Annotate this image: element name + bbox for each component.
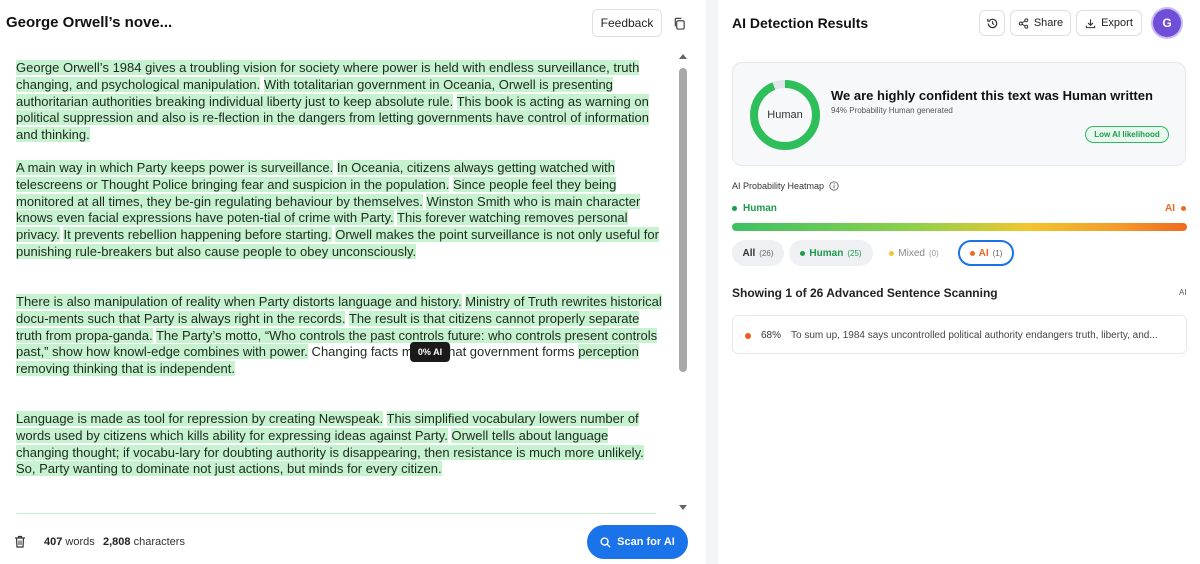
human-dot-icon <box>732 206 737 211</box>
results-panel: AI Detection Results Share Export G Huma… <box>718 0 1200 564</box>
chip-all-label: All <box>742 247 756 259</box>
scan-for-ai-button[interactable]: Scan for AI <box>587 525 688 559</box>
highlighted-sentence[interactable]: So, Party wanting to dominate not just a… <box>16 461 442 477</box>
chip-mixed-label: Mixed <box>898 247 925 259</box>
document-title[interactable]: George Orwell’s nove... <box>6 14 172 31</box>
likelihood-badge: Low AI likelihood <box>1085 126 1169 143</box>
human-dot-icon <box>800 250 806 256</box>
ai-dot-icon <box>969 250 975 256</box>
sentence-result-row[interactable]: 68% To sum up, 1984 says uncontrolled po… <box>732 315 1187 354</box>
highlighted-sentence[interactable]: There is also manipulation of reality wh… <box>16 294 462 309</box>
chip-ai-count: (1) <box>992 248 1003 258</box>
word-count-label: words <box>65 536 95 548</box>
chip-human-count: (25) <box>847 248 862 258</box>
scroll-up-arrow-icon[interactable] <box>678 52 688 62</box>
sentence-ai-tooltip: 0% AI <box>410 342 450 362</box>
probability-heatmap-bar <box>732 223 1187 231</box>
copy-button[interactable] <box>664 9 694 37</box>
info-icon[interactable] <box>829 181 839 191</box>
paragraph-1: George Orwell’s 1984 gives a troubling v… <box>16 60 662 144</box>
highlighted-sentence[interactable]: A main way in which Party keeps power is… <box>16 160 334 175</box>
export-button[interactable]: Export <box>1076 10 1142 36</box>
share-icon <box>1018 17 1029 29</box>
highlighted-sentence[interactable]: It prevents rebellion happening before s… <box>63 227 332 243</box>
paragraph-4: Language is made as tool for repression … <box>16 411 662 478</box>
export-label: Export <box>1101 17 1133 29</box>
chip-all-count: (26) <box>759 248 774 258</box>
chip-mixed-count: (0) <box>928 248 939 258</box>
mixed-dot-icon <box>889 250 895 256</box>
trash-icon[interactable] <box>14 535 26 548</box>
ai-column-tag: AI <box>1179 288 1187 297</box>
filter-chip-human[interactable]: Human (25) <box>789 240 873 266</box>
heatmap-label-text: AI Probability Heatmap <box>732 181 825 191</box>
character-count-label: characters <box>133 536 185 548</box>
result-summary-card: Human We are highly confident this text … <box>732 62 1186 166</box>
editor-footer: 407 words 2,808 characters Scan for AI <box>0 514 706 564</box>
ring-label: Human <box>767 109 803 121</box>
history-icon <box>986 18 997 28</box>
scroll-down-arrow-icon[interactable] <box>678 502 688 512</box>
word-count: 407 words <box>44 536 95 548</box>
sentence-text: To sum up, 1984 says uncontrolled politi… <box>791 330 1158 341</box>
history-button[interactable] <box>979 10 1005 36</box>
sentence-scanning-heading: Showing 1 of 26 Advanced Sentence Scanni… <box>732 286 998 300</box>
user-avatar[interactable]: G <box>1153 9 1181 37</box>
chip-ai-label: AI <box>978 247 989 259</box>
ai-dot-icon <box>745 333 751 339</box>
scan-button-label: Scan for AI <box>617 536 675 548</box>
filter-chip-mixed[interactable]: Mixed (0) <box>878 240 950 266</box>
legend-human: Human <box>732 203 777 214</box>
chip-human-label: Human <box>809 247 844 259</box>
paragraph-2: A main way in which Party keeps power is… <box>16 160 662 261</box>
filter-chip-ai[interactable]: AI (1) <box>958 240 1014 266</box>
confidence-heading: We are highly confident this text was Hu… <box>831 88 1153 103</box>
legend-ai-label: AI <box>1165 203 1175 214</box>
character-count-value: 2,808 <box>103 536 131 548</box>
copy-icon <box>674 17 685 30</box>
text-editor[interactable]: George Orwell’s 1984 gives a troubling v… <box>0 52 674 514</box>
heatmap-label: AI Probability Heatmap <box>732 181 839 191</box>
probability-text: 94% Probability Human generated <box>831 106 953 115</box>
download-icon <box>1085 18 1096 28</box>
share-label: Share <box>1033 17 1064 29</box>
filter-chip-all[interactable]: All (26) <box>732 240 784 266</box>
legend-ai: AI <box>1165 203 1186 214</box>
paragraph-3: There is also manipulation of reality wh… <box>16 294 662 378</box>
highlighted-sentence[interactable]: Language is made as tool for repression … <box>16 411 384 426</box>
ai-dot-icon <box>1181 206 1186 211</box>
sentence-ai-percent: 68% <box>761 330 782 341</box>
editor-panel: George Orwell’s nove... Feedback George … <box>0 0 706 564</box>
share-button[interactable]: Share <box>1010 10 1071 36</box>
scrollbar-thumb[interactable] <box>679 68 687 372</box>
character-count: 2,808 characters <box>103 536 185 548</box>
legend-human-label: Human <box>743 203 777 214</box>
word-count-value: 407 <box>44 536 63 548</box>
search-icon <box>600 536 611 548</box>
results-title: AI Detection Results <box>732 15 869 31</box>
sentence-gap <box>383 411 386 426</box>
feedback-button[interactable]: Feedback <box>592 9 662 37</box>
editor-header: George Orwell’s nove... Feedback <box>0 0 706 46</box>
